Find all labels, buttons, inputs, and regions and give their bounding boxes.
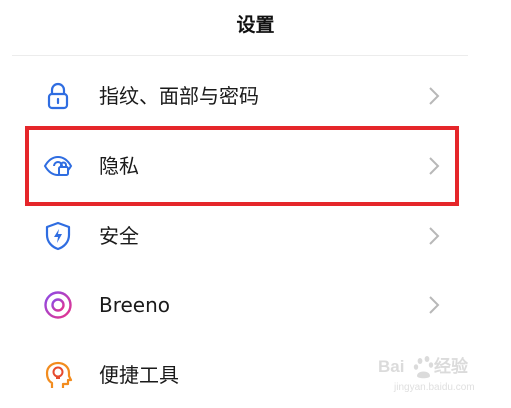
settings-item-label: 指纹、面部与密码	[99, 84, 259, 108]
head-lightbulb-icon	[42, 359, 74, 391]
settings-item-breeno[interactable]: Breeno	[0, 272, 511, 338]
chevron-right-icon	[427, 225, 441, 247]
header-divider	[12, 55, 468, 56]
settings-item-tools[interactable]: 便捷工具	[0, 342, 511, 408]
chevron-right-icon	[427, 85, 441, 107]
breeno-icon	[42, 289, 74, 321]
lock-icon	[42, 80, 74, 112]
settings-item-label: 安全	[99, 224, 139, 248]
page-title: 设置	[236, 14, 275, 36]
highlight-box	[25, 126, 459, 206]
chevron-right-icon	[427, 294, 441, 316]
settings-item-biometrics[interactable]: 指纹、面部与密码	[0, 63, 511, 129]
settings-item-label: 便捷工具	[99, 363, 179, 387]
settings-item-security[interactable]: 安全	[0, 203, 511, 269]
settings-item-label: Breeno	[99, 293, 171, 317]
shield-icon	[42, 220, 74, 252]
